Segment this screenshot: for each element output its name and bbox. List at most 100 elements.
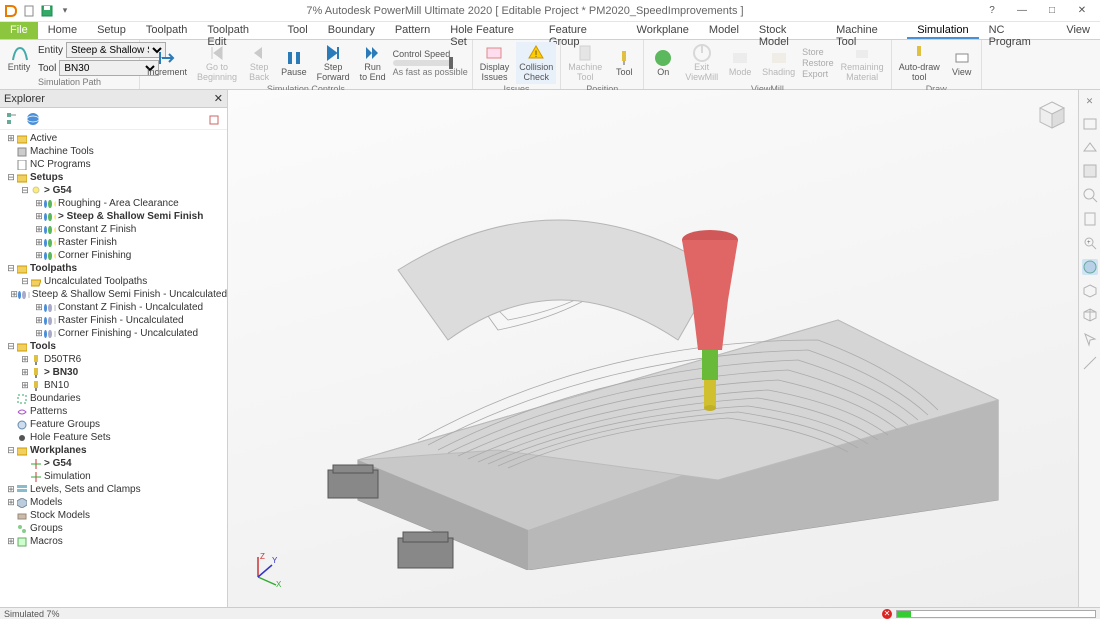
tree-expander[interactable]: ⊟ bbox=[6, 445, 16, 456]
shading-button[interactable]: Shading bbox=[759, 47, 798, 79]
block-icon[interactable] bbox=[1082, 115, 1098, 131]
tool-position-button[interactable]: Tool bbox=[609, 47, 639, 79]
tree-node[interactable]: Boundaries bbox=[0, 392, 227, 405]
sphere-icon[interactable] bbox=[1082, 259, 1098, 275]
measure-icon[interactable] bbox=[1082, 355, 1098, 371]
tree-node[interactable]: ⊞Levels, Sets and Clamps bbox=[0, 483, 227, 496]
delete-icon[interactable] bbox=[207, 112, 221, 126]
tree-label[interactable]: Workplanes bbox=[30, 445, 87, 456]
viewmill-on-button[interactable]: On bbox=[648, 47, 678, 79]
mode-button[interactable]: Mode bbox=[725, 47, 755, 79]
tree-node[interactable]: ⊞BN10 bbox=[0, 379, 227, 392]
tree-expander[interactable]: ⊞ bbox=[34, 211, 44, 222]
tree-expander[interactable]: ⊟ bbox=[20, 276, 30, 287]
tree-label[interactable]: > G54 bbox=[44, 458, 72, 469]
step-back-button[interactable]: Step Back bbox=[244, 42, 274, 84]
tree-expander[interactable]: ⊟ bbox=[6, 172, 16, 183]
tree-node[interactable]: NC Programs bbox=[0, 158, 227, 171]
save-icon[interactable] bbox=[40, 4, 54, 18]
remaining-material-button[interactable]: Remaining Material bbox=[838, 42, 887, 84]
iso-icon[interactable] bbox=[1082, 283, 1098, 299]
tab-tool[interactable]: Tool bbox=[278, 22, 318, 39]
tab-boundary[interactable]: Boundary bbox=[318, 22, 385, 39]
tab-feature-group[interactable]: Feature Group bbox=[539, 22, 627, 39]
tree-node[interactable]: ⊞Active bbox=[0, 132, 227, 145]
tree-label[interactable]: Macros bbox=[30, 536, 63, 547]
tree-node[interactable]: > G54 bbox=[0, 457, 227, 470]
tab-setup[interactable]: Setup bbox=[87, 22, 136, 39]
dropdown-icon[interactable]: ▾ bbox=[58, 4, 72, 18]
run-to-end-button[interactable]: Run to End bbox=[357, 42, 389, 84]
tree-expander[interactable]: ⊞ bbox=[6, 497, 16, 508]
tab-file[interactable]: File bbox=[0, 22, 38, 39]
tree-node[interactable]: ⊞Constant Z Finish bbox=[0, 223, 227, 236]
help-icon[interactable]: ? bbox=[978, 2, 1006, 20]
collision-check-button[interactable]: !Collision Check bbox=[516, 42, 556, 84]
tree-label[interactable]: Raster Finish bbox=[58, 237, 117, 248]
tree-label[interactable]: > BN30 bbox=[44, 367, 78, 378]
tree-label[interactable]: Steep & Shallow Semi Finish - Uncalculat… bbox=[32, 289, 227, 300]
tree-node[interactable]: ⊞Macros bbox=[0, 535, 227, 548]
pause-button[interactable]: Pause bbox=[278, 47, 310, 79]
autodraw-tool-button[interactable]: Auto-draw tool bbox=[896, 42, 943, 84]
tree-label[interactable]: Active bbox=[30, 133, 57, 144]
shade-icon[interactable] bbox=[1082, 163, 1098, 179]
tree-expander[interactable]: ⊟ bbox=[20, 185, 30, 196]
tree-label[interactable]: Machine Tools bbox=[30, 146, 94, 157]
tree-expander[interactable]: ⊞ bbox=[20, 367, 30, 378]
tree-label[interactable]: Boundaries bbox=[30, 393, 81, 404]
tab-hole-feature-set[interactable]: Hole Feature Set bbox=[440, 22, 539, 39]
tree-expander[interactable]: ⊞ bbox=[34, 302, 44, 313]
tree-node[interactable]: Feature Groups bbox=[0, 418, 227, 431]
globe-icon[interactable] bbox=[26, 112, 40, 126]
explorer-close-icon[interactable]: ✕ bbox=[214, 92, 223, 105]
rail-close-icon[interactable]: ✕ bbox=[1086, 96, 1094, 107]
increment-button[interactable]: Increment bbox=[144, 47, 190, 79]
tab-machine-tool[interactable]: Machine Tool bbox=[826, 22, 907, 39]
wireframe-icon[interactable] bbox=[1082, 139, 1098, 155]
tree-node[interactable]: ⊞ Corner Finishing - Uncalculated bbox=[0, 327, 227, 340]
zoom-icon[interactable] bbox=[1082, 187, 1098, 203]
tree-node[interactable]: ⊟Toolpaths bbox=[0, 262, 227, 275]
tree-expander[interactable]: ⊞ bbox=[34, 198, 44, 209]
tree-label[interactable]: > Steep & Shallow Semi Finish bbox=[58, 211, 203, 222]
display-issues-button[interactable]: Display Issues bbox=[477, 42, 513, 84]
new-icon[interactable] bbox=[22, 4, 36, 18]
tree-node[interactable]: ⊟Setups bbox=[0, 171, 227, 184]
export-button[interactable]: Export bbox=[802, 69, 834, 79]
tree-label[interactable]: Raster Finish - Uncalculated bbox=[58, 315, 184, 326]
tab-view[interactable]: View bbox=[1056, 22, 1100, 39]
tree-label[interactable]: Constant Z Finish - Uncalculated bbox=[58, 302, 203, 313]
page-icon[interactable] bbox=[1082, 211, 1098, 227]
cube-icon[interactable] bbox=[1082, 307, 1098, 323]
tree-label[interactable]: Uncalculated Toolpaths bbox=[44, 276, 147, 287]
tree-label[interactable]: Patterns bbox=[30, 406, 67, 417]
tree-node[interactable]: Hole Feature Sets bbox=[0, 431, 227, 444]
tree-node[interactable]: ⊟ Uncalculated Toolpaths bbox=[0, 275, 227, 288]
tree-node[interactable]: Stock Models bbox=[0, 509, 227, 522]
tree-label[interactable]: Stock Models bbox=[30, 510, 90, 521]
tree-expander[interactable]: ⊞ bbox=[34, 328, 44, 339]
cursor-icon[interactable] bbox=[1082, 331, 1098, 347]
tree-icon[interactable] bbox=[6, 112, 20, 126]
goto-beginning-button[interactable]: Go to Beginning bbox=[194, 42, 240, 84]
tree-label[interactable]: Simulation bbox=[44, 471, 91, 482]
tree-node[interactable]: ⊞ > Steep & Shallow Semi Finish bbox=[0, 210, 227, 223]
tree-label[interactable]: Corner Finishing - Uncalculated bbox=[58, 328, 198, 339]
tree-label[interactable]: Corner Finishing bbox=[58, 250, 131, 261]
tab-toolpath[interactable]: Toolpath bbox=[136, 22, 198, 39]
tree-label[interactable]: BN10 bbox=[44, 380, 69, 391]
tree-node[interactable]: ⊞D50TR6 bbox=[0, 353, 227, 366]
tree-label[interactable]: Models bbox=[30, 497, 62, 508]
tab-workplane[interactable]: Workplane bbox=[627, 22, 699, 39]
tab-model[interactable]: Model bbox=[699, 22, 749, 39]
speed-slider[interactable] bbox=[393, 60, 453, 66]
tree-node[interactable]: ⊞ > BN30 bbox=[0, 366, 227, 379]
tree-expander[interactable]: ⊟ bbox=[6, 341, 16, 352]
tree-label[interactable]: Constant Z Finish bbox=[58, 224, 136, 235]
tree-node[interactable]: ⊟ Workplanes bbox=[0, 444, 227, 457]
tab-toolpath-edit[interactable]: Toolpath Edit bbox=[197, 22, 277, 39]
tree-label[interactable]: Hole Feature Sets bbox=[30, 432, 111, 443]
tab-nc-program[interactable]: NC Program bbox=[979, 22, 1057, 39]
tree-label[interactable]: Groups bbox=[30, 523, 63, 534]
